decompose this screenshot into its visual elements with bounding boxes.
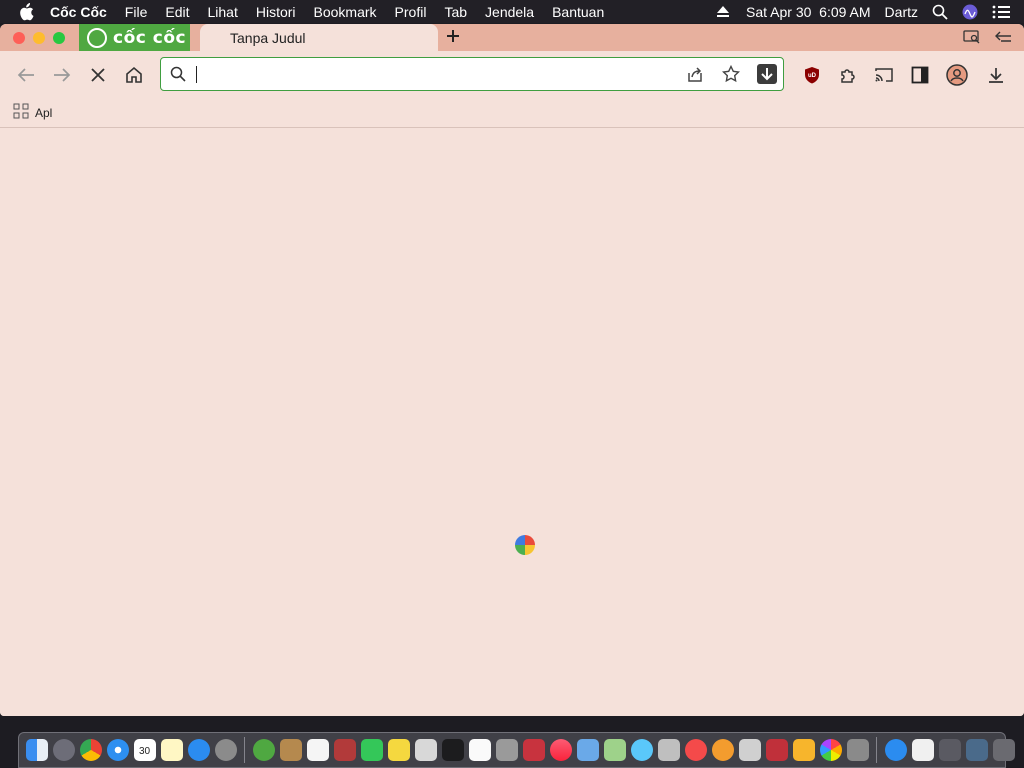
text-caret bbox=[196, 66, 197, 83]
tab-untitled[interactable]: Tanpa Judul bbox=[200, 24, 438, 51]
menu-app-name[interactable]: Cốc Cốc bbox=[50, 4, 107, 20]
menu-window[interactable]: Jendela bbox=[485, 4, 534, 20]
dock-migration-assistant-icon[interactable] bbox=[846, 739, 869, 761]
dock: 30 bbox=[18, 732, 1015, 768]
bookmarks-bar: Apl bbox=[0, 99, 1024, 128]
dock-notes-icon[interactable] bbox=[160, 739, 183, 761]
brand-text: cốc cốc bbox=[113, 27, 187, 48]
bookmark-star-icon[interactable] bbox=[721, 64, 741, 84]
dock-coccoc-icon[interactable] bbox=[252, 739, 275, 761]
plus-icon[interactable] bbox=[443, 26, 463, 48]
downloads-icon[interactable] bbox=[984, 63, 1008, 87]
menu-edit[interactable]: Edit bbox=[165, 4, 189, 20]
dock-books-icon[interactable] bbox=[711, 739, 734, 761]
dock-separator bbox=[244, 737, 245, 763]
page-content[interactable] bbox=[0, 128, 1024, 716]
download-video-icon[interactable] bbox=[757, 64, 777, 84]
dock-messages-icon[interactable] bbox=[630, 739, 653, 761]
dock-preview-icon[interactable] bbox=[576, 739, 599, 761]
address-bar[interactable] bbox=[160, 57, 784, 91]
dock-disk-utility-icon[interactable] bbox=[495, 739, 518, 761]
dock-app-store-icon[interactable] bbox=[187, 739, 210, 761]
apps-grid-icon bbox=[13, 103, 29, 122]
home-icon[interactable] bbox=[122, 63, 146, 87]
dock-launchpad-icon[interactable] bbox=[52, 739, 75, 761]
tab-strip: cốc cốc Tanpa Judul bbox=[0, 24, 1024, 51]
menu-file[interactable]: File bbox=[125, 4, 148, 20]
back-arrow-icon[interactable] bbox=[14, 63, 38, 87]
dock-safari-icon[interactable] bbox=[106, 739, 129, 761]
dock-mission-control-icon[interactable] bbox=[522, 739, 545, 761]
dock-separator-2 bbox=[876, 737, 877, 763]
menu-extras: Sat Apr 30 6:09 AM Dartz bbox=[702, 0, 1024, 23]
dock-finder-icon[interactable] bbox=[25, 739, 48, 761]
dock-photo-booth-icon[interactable] bbox=[765, 739, 788, 761]
menu-bar: Cốc Cốc File Edit Lihat Histori Bookmark… bbox=[0, 0, 1024, 23]
dock-grid-folder-icon[interactable] bbox=[938, 739, 961, 761]
browser-window: cốc cốc Tanpa Judul uD Apl bbox=[0, 24, 1024, 716]
search-icon bbox=[168, 64, 188, 84]
loading-spinner-icon bbox=[515, 535, 535, 555]
minimize-window-button[interactable] bbox=[33, 32, 45, 44]
cast-icon[interactable] bbox=[872, 63, 896, 87]
dock-chrome-icon[interactable] bbox=[79, 739, 102, 761]
dock-stocks-icon[interactable] bbox=[441, 739, 464, 761]
menu-help[interactable]: Bantuan bbox=[552, 4, 604, 20]
dock-downloads-folder-icon[interactable] bbox=[884, 739, 907, 761]
stop-loading-icon[interactable] bbox=[86, 63, 110, 87]
dock-photos-icon[interactable] bbox=[819, 739, 842, 761]
spotlight-search-icon[interactable] bbox=[932, 4, 948, 20]
dock-textedit-icon[interactable] bbox=[468, 739, 491, 761]
eject-icon[interactable] bbox=[716, 4, 732, 20]
dock-news-icon[interactable] bbox=[684, 739, 707, 761]
apple-icon[interactable] bbox=[18, 2, 36, 21]
dock-facetime-icon[interactable] bbox=[360, 739, 383, 761]
menu-view[interactable]: Lihat bbox=[207, 4, 237, 20]
svg-text:uD: uD bbox=[808, 73, 817, 79]
browser-toolbar: uD bbox=[0, 51, 1024, 99]
dock-maps-icon[interactable] bbox=[603, 739, 626, 761]
forward-arrow-icon[interactable] bbox=[50, 63, 74, 87]
profile-avatar-icon[interactable] bbox=[945, 63, 969, 87]
dock-stickies-icon[interactable] bbox=[387, 739, 410, 761]
address-input[interactable] bbox=[195, 63, 669, 85]
dock-reminders-icon[interactable] bbox=[306, 739, 329, 761]
dock-calendar-icon[interactable]: 30 bbox=[133, 739, 156, 761]
dock-screenshot-folder-icon[interactable] bbox=[965, 739, 988, 761]
menu-clock[interactable]: Sat Apr 30 6:09 AM bbox=[746, 4, 871, 20]
sidebar-toggle-icon[interactable] bbox=[995, 29, 1013, 45]
close-window-button[interactable] bbox=[13, 32, 25, 44]
notification-center-icon[interactable] bbox=[992, 4, 1010, 20]
menu-tab[interactable]: Tab bbox=[444, 4, 467, 20]
dock-files-icon[interactable] bbox=[738, 739, 761, 761]
bookmark-label: Apl bbox=[35, 105, 53, 120]
dock-automator-icon[interactable] bbox=[657, 739, 680, 761]
dock-font-book-icon[interactable] bbox=[414, 739, 437, 761]
dock-music-icon[interactable] bbox=[549, 739, 572, 761]
coccoc-logo-icon bbox=[87, 27, 107, 48]
dock-system-preferences-icon[interactable] bbox=[214, 739, 237, 761]
share-icon[interactable] bbox=[685, 64, 705, 84]
dock-document-icon[interactable] bbox=[911, 739, 934, 761]
search-tabs-icon[interactable] bbox=[963, 29, 981, 45]
ublock-shield-icon[interactable]: uD bbox=[800, 63, 824, 87]
dock-contacts-icon[interactable] bbox=[279, 739, 302, 761]
menu-profile[interactable]: Profil bbox=[395, 4, 427, 20]
bookmark-apps[interactable]: Apl bbox=[13, 103, 52, 122]
dock-dictionary-icon[interactable] bbox=[333, 739, 356, 761]
dock-trash-icon[interactable] bbox=[992, 739, 1015, 761]
menu-bookmark[interactable]: Bookmark bbox=[314, 4, 377, 20]
tab-title: Tanpa Judul bbox=[230, 29, 306, 46]
coccoc-logo[interactable]: cốc cốc bbox=[79, 24, 190, 51]
dock-home-icon[interactable] bbox=[792, 739, 815, 761]
zoom-window-button[interactable] bbox=[53, 32, 65, 44]
side-panel-icon[interactable] bbox=[908, 63, 932, 87]
menu-history[interactable]: Histori bbox=[256, 4, 296, 20]
menu-user[interactable]: Dartz bbox=[885, 4, 918, 20]
extensions-puzzle-icon[interactable] bbox=[836, 63, 860, 87]
siri-icon[interactable] bbox=[962, 4, 978, 20]
